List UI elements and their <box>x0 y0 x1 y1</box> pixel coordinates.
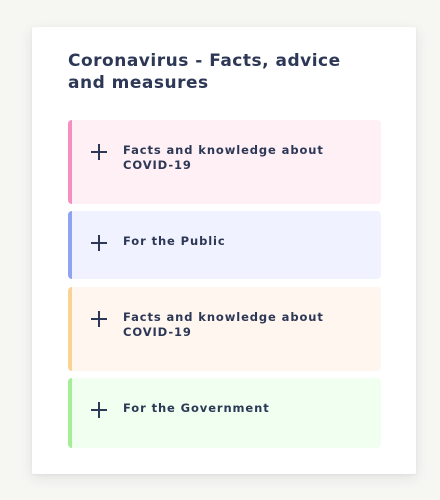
accordion-item-label: Facts and knowledge about COVID-19 <box>123 310 324 339</box>
plus-icon[interactable] <box>91 235 107 251</box>
accordion-item-covid-facts[interactable]: Facts and knowledge about COVID-19 <box>68 120 381 204</box>
accent-bar <box>68 378 72 448</box>
accordion-item-for-the-public[interactable]: For the Public <box>68 211 381 279</box>
accordion-item-label: Facts and knowledge about COVID-19 <box>123 143 324 172</box>
plus-icon[interactable] <box>91 144 107 160</box>
card-title: Coronavirus - Facts, advice and measures <box>68 51 341 93</box>
accordion-item-for-the-government[interactable]: For the Government <box>68 378 381 448</box>
accordion-item-label: For the Government <box>123 401 270 415</box>
accordion-item-label: For the Public <box>123 234 226 248</box>
accordion-item-covid-facts-2[interactable]: Facts and knowledge about COVID-19 <box>68 287 381 371</box>
info-card: Coronavirus - Facts, advice and measures… <box>32 27 416 474</box>
accent-bar <box>68 211 72 279</box>
accent-bar <box>68 120 72 204</box>
accent-bar <box>68 287 72 371</box>
plus-icon[interactable] <box>91 402 107 418</box>
plus-icon[interactable] <box>91 311 107 327</box>
